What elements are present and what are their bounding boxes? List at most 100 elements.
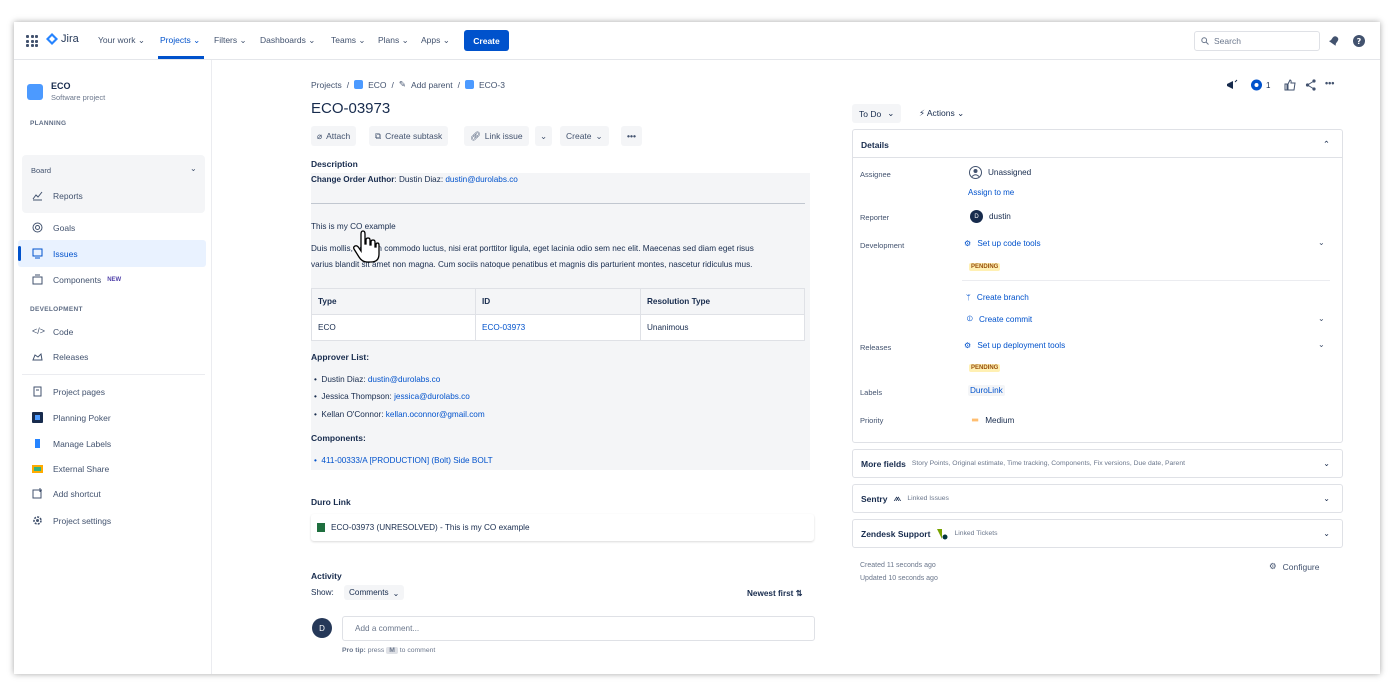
board-chevron-icon[interactable]: ⌄	[190, 164, 197, 173]
assign-to-me-link[interactable]: Assign to me	[968, 188, 1014, 197]
sort-order-button[interactable]: Newest first ⇅	[747, 588, 803, 598]
chevron-down-icon[interactable]: ⌄	[1318, 314, 1325, 323]
svg-text:?: ?	[1357, 37, 1362, 46]
pro-tip: Pro tip: press M to comment	[342, 647, 436, 654]
breadcrumb-eco[interactable]: ECO	[368, 80, 386, 90]
project-type: Software project	[51, 93, 106, 102]
avatar: D	[970, 210, 983, 223]
status-badge: PENDING	[969, 263, 1001, 271]
planning-poker-icon	[32, 412, 43, 423]
chevron-down-icon: ⌄	[887, 108, 895, 118]
divider	[962, 280, 1330, 281]
watchers-button[interactable]: 1	[1250, 79, 1270, 91]
author-email-link[interactable]: dustin@durolabs.co	[445, 175, 518, 184]
chevron-down-icon: ⌄	[1323, 494, 1330, 503]
activity-filter-select[interactable]: Comments ⌄	[344, 585, 405, 600]
component-link[interactable]: • 411-00333/A [PRODUCTION] (Bolt) Side B…	[314, 456, 493, 465]
branch-icon: ᛘ	[966, 293, 971, 302]
sidebar-item-planning-poker[interactable]: Planning Poker	[32, 412, 111, 423]
gear-icon	[33, 516, 42, 525]
active-nav-indicator	[158, 56, 204, 59]
sidebar-item-components[interactable]: Components NEW	[32, 274, 121, 285]
sidebar-item-reports[interactable]: Reports	[32, 190, 83, 201]
sidebar-item-goals[interactable]: Goals	[32, 222, 75, 233]
search-input[interactable]: Search	[1194, 31, 1320, 51]
breadcrumb-add-parent[interactable]: Add parent	[411, 80, 453, 90]
table-header: Resolution Type	[640, 288, 805, 315]
chevron-down-icon[interactable]: ⌄	[1318, 238, 1325, 247]
create-button[interactable]: Create	[464, 30, 509, 51]
description-label: Description	[311, 159, 358, 169]
setup-deployment-tools-link[interactable]: ⚙ Set up deployment tools	[964, 340, 1065, 351]
create-commit-link[interactable]: ⦶ Create commit	[967, 314, 1032, 324]
created-timestamp: Created 11 seconds ago	[860, 562, 936, 569]
issue-title[interactable]: ECO-03973	[311, 100, 390, 117]
share-icon[interactable]	[1305, 79, 1317, 91]
chevron-down-icon[interactable]: ⌄	[1318, 340, 1325, 349]
nav-teams[interactable]: Teams ⌄	[331, 35, 366, 46]
configure-button[interactable]: ⚙ Configure	[1269, 561, 1319, 572]
sidebar-item-code[interactable]: </> Code	[32, 326, 73, 337]
create-dropdown-button[interactable]: Create ⌄	[560, 126, 609, 146]
sidebar-item-board[interactable]: Board	[31, 166, 51, 175]
app-switcher-icon[interactable]	[26, 35, 38, 47]
duro-link-card[interactable]: ECO-03973 (UNRESOLVED) - This is my CO e…	[311, 514, 814, 541]
nav-your-work[interactable]: Your work ⌄	[98, 35, 145, 46]
assignee-field[interactable]: Unassigned	[969, 166, 1031, 179]
label-tag[interactable]: DuroLink	[968, 385, 1005, 396]
jira-logo[interactable]: Jira	[46, 33, 79, 45]
subtask-icon: ⧉	[375, 130, 382, 141]
breadcrumb-projects[interactable]: Projects	[311, 80, 342, 90]
create-subtask-button[interactable]: ⧉ Create subtask	[369, 126, 449, 146]
project-name[interactable]: ECO	[51, 81, 71, 91]
components-label: Components:	[311, 433, 366, 443]
attach-button[interactable]: ⌀ Attach	[311, 126, 357, 146]
sidebar-item-external-share[interactable]: External Share	[32, 463, 109, 474]
nav-filters[interactable]: Filters ⌄	[214, 35, 247, 46]
more-actions-button[interactable]: •••	[621, 126, 642, 146]
announce-icon[interactable]	[1225, 78, 1239, 92]
nav-plans[interactable]: Plans ⌄	[378, 35, 409, 46]
list-item: • Jessica Thompson: jessica@durolabs.co	[314, 392, 470, 401]
help-icon[interactable]: ?	[1352, 34, 1366, 48]
sidebar-item-project-settings[interactable]: Project settings	[32, 515, 111, 526]
chevron-down-icon: ⌄	[392, 588, 400, 598]
link-issue-button[interactable]: 🔗︎ Link issue	[464, 126, 529, 146]
zendesk-section[interactable]: Zendesk Support Linked Tickets ⌄	[852, 519, 1343, 548]
more-options-icon[interactable]: •••	[1325, 78, 1334, 88]
sidebar-item-manage-labels[interactable]: Manage Labels	[32, 438, 111, 449]
details-header[interactable]: Details ⌃	[853, 130, 1342, 158]
pencil-icon: ✎	[398, 79, 407, 89]
table-cell-link[interactable]: ECO-03973	[475, 314, 641, 341]
link-icon: 🔗︎	[470, 130, 481, 141]
chevron-down-icon: ⌄	[595, 130, 603, 141]
link-issue-dropdown[interactable]: ⌄	[535, 126, 553, 146]
more-fields-section[interactable]: More fields Story Points, Original estim…	[852, 449, 1343, 478]
setup-code-tools-link[interactable]: ⚙ Set up code tools	[964, 238, 1041, 249]
sidebar-item-issues[interactable]: Issues	[32, 248, 78, 259]
nav-dashboards[interactable]: Dashboards ⌄	[260, 35, 315, 46]
create-branch-link[interactable]: ᛘ Create branch	[966, 293, 1029, 302]
sidebar-item-add-shortcut[interactable]: Add shortcut	[32, 488, 101, 499]
issue-type-icon	[464, 80, 474, 89]
add-shortcut-icon	[32, 488, 42, 499]
breadcrumb-issue[interactable]: ECO-3	[479, 80, 505, 90]
gear-icon: ⚙	[964, 341, 972, 350]
actions-dropdown[interactable]: ⚡︎ Actions ⌄	[919, 108, 964, 119]
eye-icon	[1251, 79, 1262, 91]
sidebar-item-project-pages[interactable]: Project pages	[32, 386, 105, 397]
sidebar-item-releases[interactable]: Releases	[32, 351, 88, 362]
comment-input[interactable]: Add a comment...	[342, 616, 815, 641]
nav-projects[interactable]: Projects ⌄	[160, 35, 200, 46]
thumbs-up-icon[interactable]	[1284, 79, 1296, 91]
sentry-section[interactable]: Sentry ⩕ Linked Issues ⌄	[852, 484, 1343, 513]
chevron-down-icon: ⌄	[1323, 459, 1330, 468]
status-dropdown[interactable]: To Do ⌄	[852, 104, 902, 123]
priority-field[interactable]: ＝ Medium	[971, 414, 1014, 426]
project-avatar	[27, 84, 43, 100]
notifications-icon[interactable]	[1327, 34, 1341, 48]
nav-apps[interactable]: Apps ⌄	[421, 35, 450, 46]
jira-logo-icon	[46, 33, 58, 45]
reporter-field[interactable]: D dustin	[970, 210, 1011, 223]
new-badge: NEW	[107, 276, 122, 283]
